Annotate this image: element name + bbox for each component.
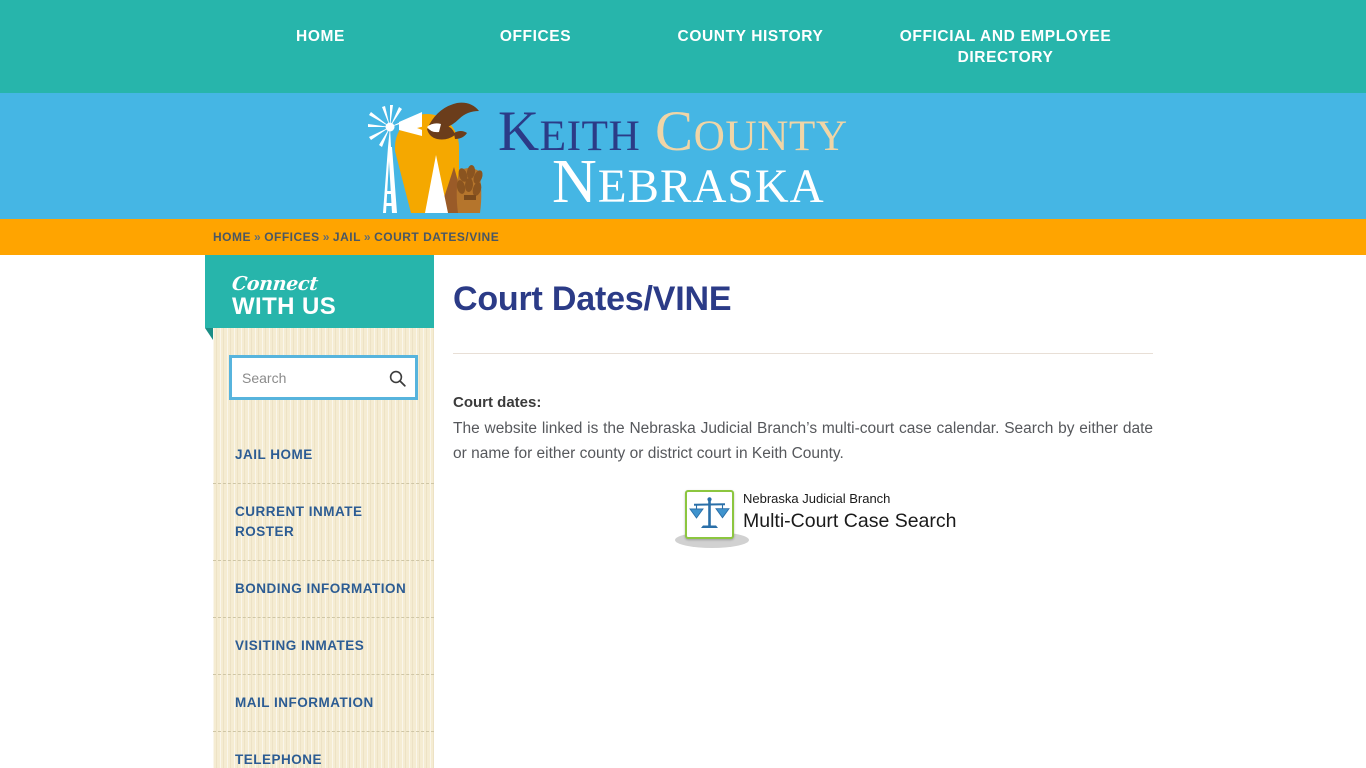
sidebar-item-mail-information[interactable]: MAIL INFORMATION: [213, 674, 434, 731]
sidebar-panel: JAIL HOME CURRENT INMATE ROSTER BONDING …: [213, 328, 434, 768]
nav-item-county-history[interactable]: COUNTY HISTORY: [643, 0, 858, 47]
sidebar-item-label: CURRENT INMATE ROSTER: [235, 504, 363, 539]
page-body: Connect WITH US JAIL HOME CURRENT: [0, 255, 1366, 768]
breadcrumb-item-offices[interactable]: OFFICES: [264, 230, 320, 244]
keith-county-logo-icon[interactable]: [355, 95, 485, 220]
court-logo-line1: Nebraska Judicial Branch: [743, 491, 891, 506]
wordmark-nebraska-text: EBRASKA: [597, 161, 825, 213]
page-title: Court Dates/VINE: [453, 280, 732, 318]
sidebar-item-jail-home[interactable]: JAIL HOME: [213, 427, 434, 483]
court-dates-label: Court dates:: [453, 394, 542, 411]
nav-item-official-and-employee-directory[interactable]: OFFICIAL AND EMPLOYEE DIRECTORY: [858, 0, 1153, 68]
search-icon: [389, 370, 406, 387]
court-logo-line2: Multi-Court Case Search: [743, 510, 957, 532]
breadcrumb-separator: »: [363, 230, 372, 244]
sidebar-item-current-inmate-roster[interactable]: CURRENT INMATE ROSTER: [213, 483, 434, 560]
multi-court-case-search-link[interactable]: Nebraska Judicial Branch Multi-Court Cas…: [675, 490, 957, 552]
breadcrumb-separator: »: [322, 230, 330, 244]
sidebar-item-label: TELEPHONE: [235, 752, 323, 767]
sidebar-menu: JAIL HOME CURRENT INMATE ROSTER BONDING …: [213, 427, 434, 768]
breadcrumb-item-home[interactable]: HOME: [213, 230, 251, 244]
sidebar-search-box: [229, 355, 418, 400]
sidebar-item-telephone[interactable]: TELEPHONE: [213, 731, 434, 768]
banner-wordmark: KEITH COUNTY NEBRASKA: [490, 93, 1015, 220]
court-dates-description: The website linked is the Nebraska Judic…: [453, 420, 1153, 462]
sidebar-connect-header: Connect WITH US: [205, 255, 434, 328]
nav-item-home[interactable]: HOME: [213, 0, 428, 47]
sidebar-item-label: MAIL INFORMATION: [235, 695, 374, 710]
banner-content: KEITH COUNTY NEBRASKA: [355, 93, 1015, 220]
breadcrumb-item-jail[interactable]: JAIL: [333, 230, 361, 244]
sidebar-item-label: VISITING INMATES: [235, 638, 365, 653]
search-input[interactable]: [232, 358, 387, 397]
court-badge-frame: [685, 490, 734, 539]
wordmark-nebraska: NEBRASKA: [552, 148, 825, 216]
nav-item-offices[interactable]: OFFICES: [428, 0, 643, 47]
title-divider: [453, 353, 1153, 354]
sidebar: Connect WITH US JAIL HOME CURRENT: [205, 255, 434, 768]
site-banner: KEITH COUNTY NEBRASKA: [0, 93, 1366, 220]
sidebar-item-bonding-information[interactable]: BONDING INFORMATION: [213, 560, 434, 617]
search-button[interactable]: [385, 367, 409, 389]
breadcrumb-bar: HOME» OFFICES» JAIL» COURT DATES/VINE: [0, 219, 1366, 255]
sidebar-item-visiting-inmates[interactable]: VISITING INMATES: [213, 617, 434, 674]
court-logo-text: Nebraska Judicial Branch Multi-Court Cas…: [743, 490, 957, 534]
breadcrumb-item-court-dates-vine: COURT DATES/VINE: [374, 230, 500, 244]
sidebar-connect-main-text: WITH US: [232, 293, 337, 320]
top-navigation-items: HOME OFFICES COUNTY HISTORY OFFICIAL AND…: [213, 0, 1153, 93]
breadcrumb: HOME» OFFICES» JAIL» COURT DATES/VINE: [213, 230, 499, 244]
sidebar-item-label: BONDING INFORMATION: [235, 581, 407, 596]
sidebar-header-fold-decoration: [205, 328, 213, 340]
top-navigation-bar: HOME OFFICES COUNTY HISTORY OFFICIAL AND…: [0, 0, 1366, 93]
sidebar-item-label: JAIL HOME: [235, 447, 313, 462]
breadcrumb-separator: »: [254, 230, 262, 244]
scales-of-justice-icon: [689, 497, 730, 528]
sidebar-connect-script-text: Connect: [230, 273, 319, 295]
